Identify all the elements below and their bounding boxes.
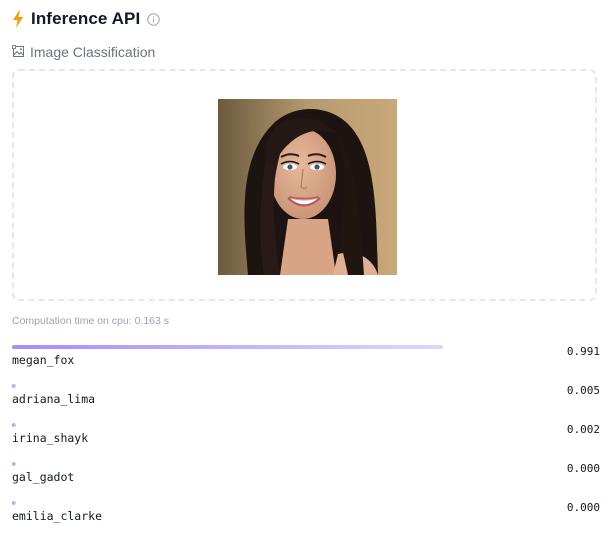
result-row: irina_shayk 0.002: [12, 423, 600, 462]
score-bar: [12, 423, 16, 427]
image-classification-icon: [12, 45, 25, 58]
classification-results: megan_fox 0.991 adriana_lima 0.005 irina_sha…: [12, 345, 600, 540]
result-score: 0.991: [566, 345, 600, 358]
result-row: emilia_clarke 0.000: [12, 501, 600, 540]
result-label: gal_gadot: [12, 470, 75, 484]
widget-title: Inference API: [31, 9, 141, 28]
widget-header: Inference API: [12, 8, 161, 30]
computation-time: Computation time on cpu: 0.163 s: [12, 315, 170, 327]
result-row: megan_fox 0.991: [12, 345, 600, 384]
lightning-bolt-icon: [12, 10, 24, 28]
result-row: gal_gadot 0.000: [12, 462, 600, 501]
result-score: 0.000: [566, 501, 600, 514]
score-bar: [12, 462, 16, 466]
result-label: megan_fox: [12, 353, 75, 367]
result-score: 0.002: [566, 423, 600, 436]
task-type: Image Classification: [12, 43, 155, 60]
info-icon[interactable]: [147, 12, 161, 26]
result-score: 0.005: [566, 384, 600, 397]
result-score: 0.000: [566, 462, 600, 475]
score-bar: [12, 345, 443, 349]
score-bar: [12, 501, 16, 505]
score-bar: [12, 384, 16, 388]
result-row: adriana_lima 0.005: [12, 384, 600, 423]
result-label: adriana_lima: [12, 392, 96, 406]
result-label: irina_shayk: [12, 431, 89, 445]
uploaded-image: [218, 99, 397, 275]
task-label: Image Classification: [30, 43, 156, 60]
result-label: emilia_clarke: [12, 509, 103, 523]
image-dropzone[interactable]: [12, 69, 597, 301]
